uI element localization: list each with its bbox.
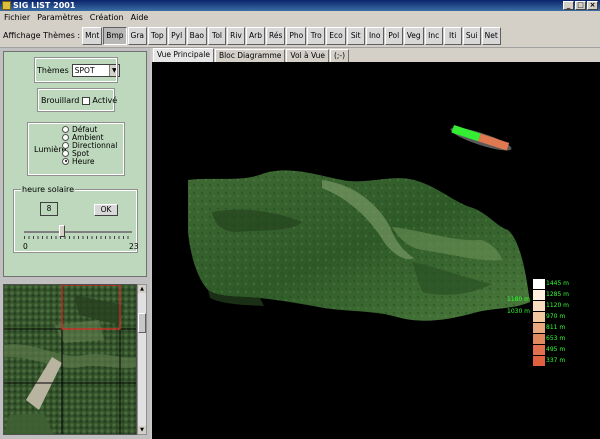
theme-toolbar: Affichage Thèmes : Mnt Bmp Gra Top Pyl Bao Tol… bbox=[0, 24, 600, 48]
menu-fichier[interactable]: Fichier bbox=[4, 13, 30, 22]
toolbar-button-arb[interactable]: Arb bbox=[246, 26, 265, 45]
solar-slider-ticks bbox=[24, 236, 132, 239]
colorbar-swatch bbox=[533, 290, 545, 300]
colorbar-swatch bbox=[533, 323, 545, 333]
colorbar-swatch bbox=[533, 334, 545, 344]
radio-button[interactable] bbox=[62, 141, 69, 149]
radio-button[interactable] bbox=[62, 133, 69, 141]
toolbar-button-gra[interactable]: Gra bbox=[127, 26, 148, 45]
altitude-marker: 1030 m bbox=[507, 308, 531, 315]
radio-button[interactable] bbox=[62, 149, 69, 157]
slider-max-label: 23 bbox=[129, 242, 139, 251]
menu-bar: Fichier Paramètres Création Aide bbox=[0, 11, 600, 24]
minimize-icon[interactable]: _ bbox=[563, 1, 574, 10]
toolbar-label: Affichage Thèmes : bbox=[3, 31, 81, 40]
colorbar-swatch bbox=[533, 301, 545, 311]
colorbar-swatch bbox=[533, 279, 545, 289]
menu-aide[interactable]: Aide bbox=[131, 13, 149, 22]
view-tabs: Vue Principale Bloc Diagramme Vol à Vue (;-… bbox=[152, 48, 600, 62]
toolbar-button-top[interactable]: Top bbox=[148, 26, 167, 45]
fog-row: Brouillard Activé bbox=[41, 96, 117, 105]
fog-checkbox[interactable] bbox=[82, 96, 91, 105]
toolbar-button-inc[interactable]: Inc bbox=[424, 26, 443, 45]
colorbar-swatch bbox=[533, 345, 545, 355]
fog-checkbox-label: Activé bbox=[92, 96, 118, 105]
colorbar-label: 970 m bbox=[546, 313, 566, 320]
maximize-icon[interactable]: □ bbox=[575, 1, 586, 10]
toolbar-button-bao[interactable]: Bao bbox=[186, 26, 208, 45]
title-bar: SIG LIST 2001 _ □ × bbox=[0, 0, 600, 11]
toolbar-button-sui[interactable]: Sui bbox=[462, 26, 481, 45]
menu-parametres[interactable]: Paramètres bbox=[37, 13, 83, 22]
light-option[interactable]: Directionnal bbox=[62, 141, 117, 150]
toolbar-button-bmp[interactable]: Bmp bbox=[103, 26, 127, 45]
colorbar-label: 1120 m bbox=[546, 302, 570, 309]
altitude-marker: 1180 m bbox=[507, 296, 531, 303]
colorbar-label: 1285 m bbox=[546, 291, 570, 298]
colorbar-label: 653 m bbox=[546, 335, 566, 342]
colorbar-label: 811 m bbox=[546, 324, 566, 331]
close-icon[interactable]: × bbox=[587, 1, 598, 10]
3d-view[interactable]: 1180 m 1030 m bbox=[152, 62, 600, 439]
toolbar-button-iti[interactable]: Iti bbox=[443, 26, 462, 45]
toolbar-buttons: Mnt Bmp Gra Top Pyl Bao Tol Riv Arb Rés Pho Tro Eco S… bbox=[82, 26, 502, 45]
toolbar-button-eco[interactable]: Eco bbox=[326, 26, 346, 45]
window-title: SIG LIST 2001 bbox=[13, 1, 76, 10]
solar-value-field[interactable]: 8 bbox=[40, 202, 58, 216]
solar-group-label: heure solaire bbox=[21, 185, 76, 194]
colorbar-swatch bbox=[533, 312, 545, 322]
toolbar-button-mnt[interactable]: Mnt bbox=[82, 26, 103, 45]
terrain-render bbox=[188, 125, 530, 321]
radio-button[interactable] bbox=[62, 125, 69, 133]
toolbar-button-net[interactable]: Net bbox=[481, 26, 501, 45]
orthophoto-minimap[interactable] bbox=[3, 284, 137, 435]
light-option[interactable]: Heure bbox=[62, 156, 117, 166]
colorbar-label: 337 m bbox=[546, 357, 566, 364]
toolbar-button-tro[interactable]: Tro bbox=[307, 26, 326, 45]
radio-button[interactable] bbox=[62, 157, 69, 165]
tab-3[interactable]: (;-) bbox=[329, 49, 350, 62]
scroll-up-icon[interactable]: ▲ bbox=[138, 285, 146, 293]
solar-group bbox=[13, 189, 138, 253]
toolbar-button-sit[interactable]: Sit bbox=[346, 26, 365, 45]
tab-1[interactable]: Bloc Diagramme bbox=[214, 49, 286, 62]
toolbar-button-rés[interactable]: Rés bbox=[266, 26, 286, 45]
toolbar-button-pol[interactable]: Pol bbox=[384, 26, 403, 45]
toolbar-button-tol[interactable]: Tol bbox=[208, 26, 227, 45]
menu-creation[interactable]: Création bbox=[90, 13, 124, 22]
toolbar-button-riv[interactable]: Riv bbox=[227, 26, 246, 45]
scroll-down-icon[interactable]: ▼ bbox=[138, 426, 146, 434]
tab-0[interactable]: Vue Principale bbox=[153, 48, 214, 62]
fog-label: Brouillard bbox=[41, 96, 80, 105]
window-controls: _ □ × bbox=[563, 1, 598, 10]
properties-panel: Thèmes SPOT ▼ Brouillard Activé Lumière … bbox=[3, 51, 147, 277]
colorbar-label: 495 m bbox=[546, 346, 566, 353]
toolbar-button-veg[interactable]: Veg bbox=[403, 26, 424, 45]
minimap-scrollbar[interactable]: ▲ ▼ bbox=[137, 284, 147, 435]
light-option-label: Heure bbox=[72, 156, 95, 166]
app-icon bbox=[2, 1, 11, 10]
themes-group bbox=[34, 57, 118, 83]
toolbar-button-ino[interactable]: Ino bbox=[365, 26, 384, 45]
toolbar-button-pyl[interactable]: Pyl bbox=[167, 26, 186, 45]
minimap-image bbox=[4, 285, 136, 434]
tab-2[interactable]: Vol à Vue bbox=[286, 49, 329, 62]
scroll-thumb[interactable] bbox=[138, 313, 146, 333]
toolbar-button-pho[interactable]: Pho bbox=[286, 26, 307, 45]
solar-slider-thumb[interactable] bbox=[58, 225, 65, 237]
left-panel: Thèmes SPOT ▼ Brouillard Activé Lumière … bbox=[0, 48, 150, 439]
colorbar-label: 1445 m bbox=[546, 280, 570, 287]
slider-min-label: 0 bbox=[23, 242, 28, 251]
colorbar-swatch bbox=[533, 356, 545, 366]
solar-slider-track[interactable] bbox=[24, 231, 132, 233]
ok-button[interactable]: OK bbox=[94, 204, 118, 216]
light-options: Défaut Ambient Directionnal Spot Heure bbox=[62, 125, 117, 166]
